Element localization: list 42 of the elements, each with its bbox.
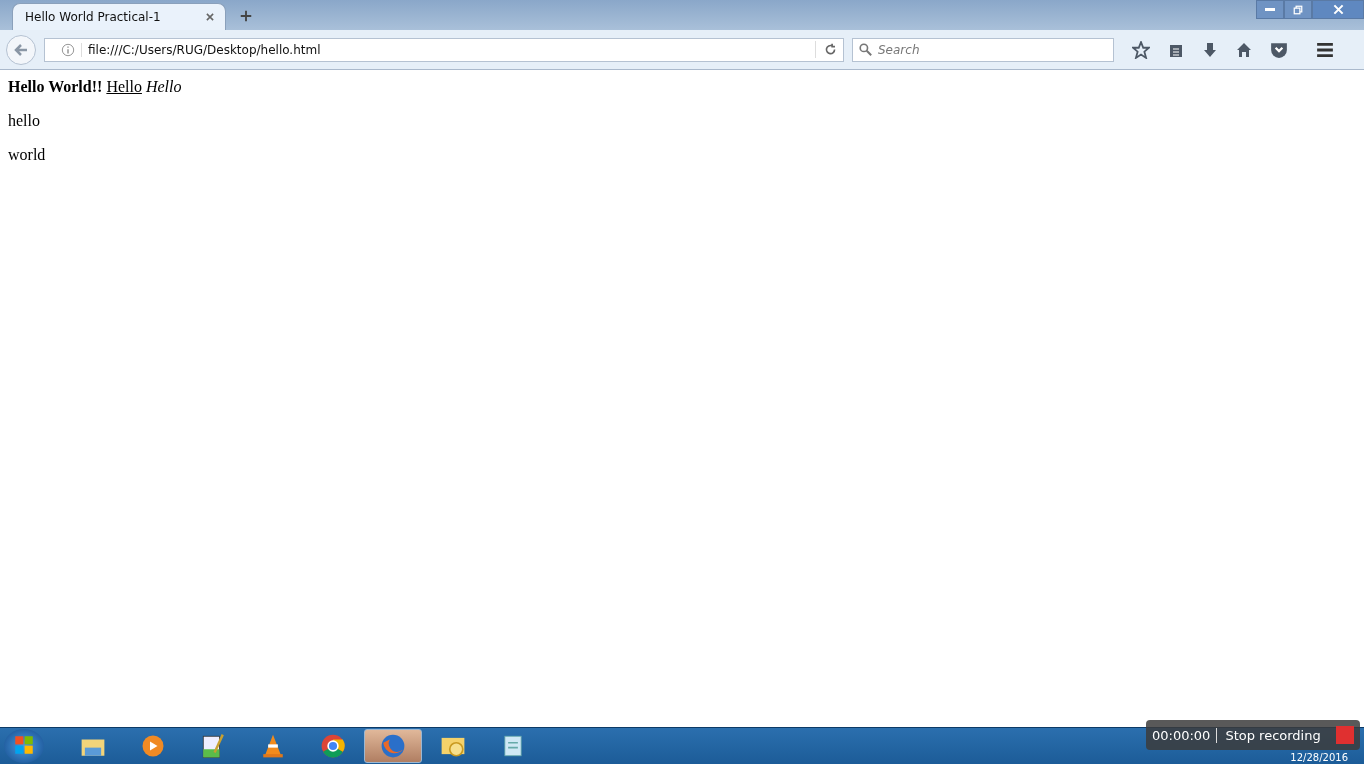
- paragraph-text: world: [8, 146, 47, 164]
- windows-logo-icon: [14, 734, 34, 755]
- text-link[interactable]: Hello: [106, 78, 142, 96]
- shield-chevron-icon: [1270, 40, 1288, 59]
- url-text: file:///C:/Users/RUG/Desktop/hello.html: [81, 42, 809, 57]
- info-icon: [61, 42, 75, 57]
- browser-circle-icon: [320, 733, 346, 759]
- home-icon: [1236, 41, 1252, 58]
- taskbar-app[interactable]: [364, 729, 422, 763]
- browser-tab[interactable]: Hello World Practical-1: [12, 3, 226, 30]
- new-tab-button[interactable]: [238, 8, 254, 24]
- start-button[interactable]: [4, 729, 44, 763]
- minimize-button[interactable]: [1256, 0, 1284, 19]
- bold-text: Hello World!!: [8, 78, 103, 96]
- close-icon: [205, 12, 215, 22]
- star-icon: [1132, 40, 1150, 59]
- reload-icon: [824, 43, 837, 56]
- search-field[interactable]: Search: [852, 37, 1114, 62]
- plus-icon: [240, 10, 252, 22]
- search-icon: [859, 43, 872, 56]
- notepad-pencil-icon: [200, 733, 226, 759]
- back-button[interactable]: [6, 34, 36, 65]
- recording-timer: 00:00:00: [1152, 727, 1218, 743]
- restore-button[interactable]: [1284, 0, 1312, 19]
- menu-icon: [1316, 40, 1334, 59]
- clock-date: 12/28/2016: [1290, 752, 1348, 763]
- tab-title: Hello World Practical-1: [25, 10, 161, 24]
- search-placeholder: Search: [878, 42, 920, 57]
- back-arrow-icon: [13, 41, 29, 58]
- traffic-cone-icon: [260, 733, 286, 759]
- close-icon: [1332, 4, 1344, 15]
- address-bar[interactable]: file:///C:/Users/RUG/Desktop/hello.html: [44, 37, 844, 62]
- bookmark-button[interactable]: [1130, 38, 1152, 61]
- minimize-icon: [1265, 8, 1275, 11]
- italic-text: Hello: [145, 78, 182, 96]
- play-icon: [141, 734, 165, 758]
- download-arrow-icon: [1202, 41, 1218, 58]
- restore-icon: [1293, 4, 1303, 15]
- close-window-button[interactable]: [1312, 0, 1364, 19]
- stop-recording-button[interactable]: Stop recording: [1225, 727, 1321, 743]
- paragraph-text: hello: [8, 112, 41, 130]
- fox-globe-icon: [380, 733, 406, 759]
